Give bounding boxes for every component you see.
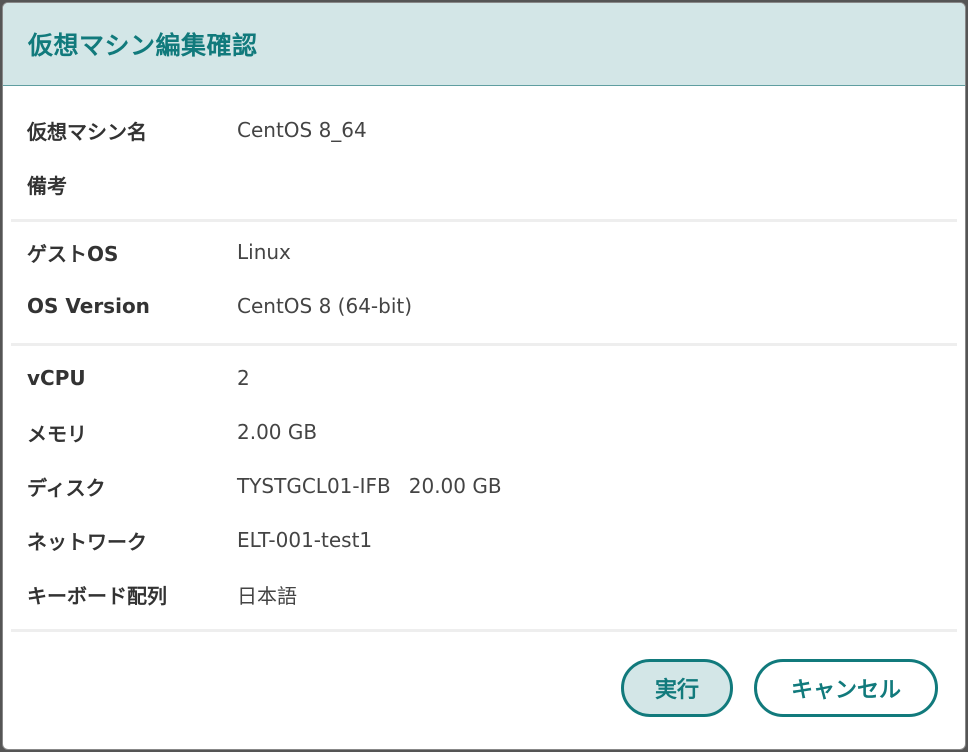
memory-label: メモリ — [27, 421, 87, 446]
guest-os-label: ゲストOS — [27, 241, 119, 266]
keyboard-layout-value: 日本語 — [237, 583, 297, 608]
row-keyboard-layout: キーボード配列 日本語 — [11, 567, 957, 621]
dialog-title: 仮想マシン編集確認 — [28, 31, 258, 60]
remarks-label: 備考 — [27, 173, 67, 198]
dialog-header: 仮想マシン編集確認 — [3, 3, 965, 86]
row-vm-name: 仮想マシン名 CentOS 8_64 — [11, 103, 957, 157]
disk-size: 20.00 GB — [408, 474, 502, 498]
os-version-label: OS Version — [27, 294, 150, 318]
row-memory: メモリ 2.00 GB — [11, 405, 957, 459]
memory-value: 2.00 GB — [237, 420, 318, 444]
section-hardware: vCPU 2 メモリ 2.00 GB ディスク TYSTGCL01-IFB 20.… — [11, 346, 957, 632]
vcpu-label: vCPU — [27, 366, 86, 390]
vcpu-value: 2 — [237, 366, 250, 390]
os-version-value: CentOS 8 (64-bit) — [237, 294, 413, 318]
guest-os-value: Linux — [237, 240, 291, 264]
vm-name-label: 仮想マシン名 — [27, 119, 147, 144]
vm-name-value: CentOS 8_64 — [237, 118, 367, 142]
execute-button[interactable]: 実行 — [621, 659, 733, 717]
row-os-version: OS Version CentOS 8 (64-bit) — [11, 279, 957, 333]
section-os: ゲストOS Linux OS Version CentOS 8 (64-bit) — [11, 222, 957, 346]
keyboard-layout-label: キーボード配列 — [27, 583, 167, 608]
network-label: ネットワーク — [27, 529, 147, 554]
row-guest-os: ゲストOS Linux — [11, 225, 957, 279]
cancel-button[interactable]: キャンセル — [754, 659, 938, 717]
disk-datastore: TYSTGCL01-IFB — [237, 474, 391, 498]
row-remarks: 備考 — [11, 157, 957, 211]
row-vcpu: vCPU 2 — [11, 351, 957, 405]
row-disk: ディスク TYSTGCL01-IFB 20.00 GB — [11, 459, 957, 513]
section-vm-info: 仮想マシン名 CentOS 8_64 備考 — [11, 86, 957, 222]
dialog-footer: 実行 キャンセル — [3, 659, 965, 719]
confirm-dialog: 仮想マシン編集確認 仮想マシン名 CentOS 8_64 備考 ゲストOS Li… — [2, 2, 966, 750]
disk-value: TYSTGCL01-IFB 20.00 GB — [237, 474, 502, 498]
disk-label: ディスク — [27, 475, 106, 500]
network-value: ELT-001-test1 — [237, 528, 373, 552]
row-network: ネットワーク ELT-001-test1 — [11, 513, 957, 567]
